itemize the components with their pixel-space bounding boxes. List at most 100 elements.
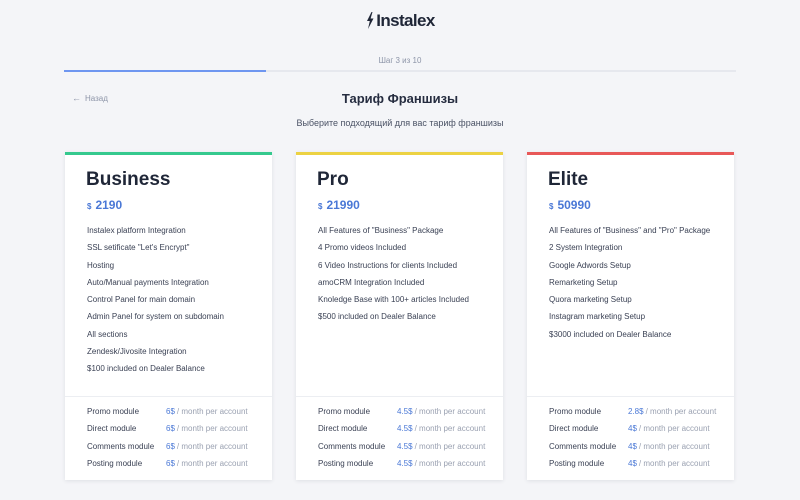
plan-card-business[interactable]: Business $2190 Instalex platform Integrati… [65, 152, 272, 480]
module-row: Promo module 4.5$ / month per account [318, 403, 499, 420]
module-price-suffix: / month per account [638, 424, 710, 434]
module-price-suffix: / month per account [176, 407, 248, 416]
feature-item: 4 Promo videos Included [318, 243, 407, 253]
module-price-suffix: / month per account [638, 441, 710, 451]
module-pricing-list: Promo module 6$ / month per account Direct … [87, 403, 268, 472]
feature-item: SSL setificate "Let's Encrypt" [87, 243, 190, 253]
module-row: Direct module 4$ / month per account [549, 420, 730, 437]
feature-item: Instagram marketing Setup [549, 312, 646, 322]
module-row: Direct module 4.5$ / month per account [318, 420, 499, 437]
module-price-suffix: / month per account [414, 407, 486, 416]
module-price: 4.5$ [397, 441, 413, 451]
module-name: Direct module [318, 424, 368, 434]
module-price: 6$ [166, 458, 175, 468]
module-name: Direct module [87, 424, 137, 434]
brand-logo[interactable]: Instalex [0, 11, 800, 36]
plan-price: $2190 [87, 198, 122, 212]
module-price-suffix: / month per account [645, 407, 717, 416]
module-name: Promo module [318, 407, 371, 416]
module-price: 6$ [166, 407, 175, 416]
plan-currency: $ [318, 202, 323, 211]
progress-bar [64, 70, 736, 72]
step-indicator: Шаг 3 из 10 [378, 56, 422, 65]
progress-bar-fill [64, 70, 266, 72]
module-row: Comments module 6$ / month per account [87, 438, 268, 455]
module-row: Posting module 6$ / month per account [87, 455, 268, 472]
module-price-suffix: / month per account [176, 441, 248, 451]
module-row: Posting module 4.5$ / month per account [318, 455, 499, 472]
module-price: 2.8$ [628, 407, 644, 416]
feature-item: 2 System Integration [549, 243, 623, 253]
feature-item: Hosting [87, 260, 115, 270]
feature-item: All Features of "Business" and "Pro" Pac… [549, 226, 711, 235]
module-pricing-list: Promo module 4.5$ / month per account Direc… [318, 403, 499, 472]
module-row: Promo module 6$ / month per account [87, 403, 268, 420]
feature-item: Quora marketing Setup [549, 295, 632, 304]
module-price: 6$ [166, 424, 175, 434]
module-price-suffix: / month per account [176, 424, 248, 434]
module-price-suffix: / month per account [414, 458, 486, 468]
module-name: Comments module [318, 441, 386, 451]
plan-name: Business [86, 169, 171, 190]
page-subtitle: Выберите подходящий для вас тариф франши… [296, 118, 504, 128]
module-name: Promo module [549, 407, 602, 416]
feature-item: 6 Video Instructions for clients Include… [318, 260, 458, 270]
module-pricing-list: Promo module 2.8$ / month per account Direc… [549, 403, 730, 472]
module-row: Direct module 6$ / month per account [87, 420, 268, 437]
module-name: Posting module [318, 458, 374, 468]
card-divider [296, 396, 503, 397]
module-row: Promo module 2.8$ / month per account [549, 403, 730, 420]
module-name: Comments module [549, 441, 617, 451]
instalex-logo-icon [367, 12, 374, 29]
plan-card-elite[interactable]: Elite $50990 All Features of "Business" an… [527, 152, 734, 480]
module-price: 4$ [628, 441, 637, 451]
plan-price-value: 50990 [557, 198, 591, 212]
feature-item: Admin Panel for system on subdomain [87, 312, 224, 322]
module-price: 4$ [628, 424, 637, 434]
feature-item: $500 included on Dealer Balance [318, 312, 436, 322]
module-row: Posting module 4$ / month per account [549, 455, 730, 472]
plan-name: Pro [317, 169, 349, 190]
module-price: 4$ [628, 458, 637, 468]
feature-list: Instalex platform Integration SSL setific… [87, 222, 264, 377]
feature-list: All Features of "Business" and "Pro" Pac… [549, 222, 726, 343]
feature-item: Instalex platform Integration [87, 226, 186, 235]
plan-currency: $ [87, 202, 92, 211]
plan-currency: $ [549, 202, 554, 211]
module-name: Posting module [87, 458, 143, 468]
module-price: 4.5$ [397, 407, 413, 416]
brand-name: Instalex [376, 11, 435, 30]
plan-card-pro[interactable]: Pro $21990 All Features of "Business" Pack… [296, 152, 503, 480]
module-row: Comments module 4.5$ / month per account [318, 438, 499, 455]
feature-item: $3000 included on Dealer Balance [549, 329, 672, 339]
plan-price: $21990 [318, 198, 360, 212]
module-price-suffix: / month per account [414, 424, 486, 434]
page-title: Тариф Франшизы [341, 91, 459, 106]
feature-item: All Features of "Business" Package [318, 226, 444, 235]
module-name: Comments module [87, 441, 155, 451]
feature-item: Zendesk/Jivosite Integration [87, 346, 187, 356]
module-name: Promo module [87, 407, 140, 416]
feature-item: Knoledge Base with 100+ articles Include… [318, 295, 469, 304]
card-divider [527, 396, 734, 397]
feature-item: $100 included on Dealer Balance [87, 364, 205, 373]
module-price: 6$ [166, 441, 175, 451]
feature-item: Remarketing Setup [549, 277, 618, 287]
module-row: Comments module 4$ / month per account [549, 438, 730, 455]
card-divider [65, 396, 272, 397]
plan-name: Elite [548, 169, 589, 190]
plan-price-value: 21990 [326, 198, 360, 212]
module-price-suffix: / month per account [176, 458, 248, 468]
module-name: Posting module [549, 458, 605, 468]
module-price: 4.5$ [397, 424, 413, 434]
plan-list: Business $2190 Instalex platform Integrati… [65, 152, 735, 480]
module-price-suffix: / month per account [414, 441, 486, 451]
module-name: Direct module [549, 424, 599, 434]
module-price-suffix: / month per account [638, 458, 710, 468]
feature-list: All Features of "Business" Package 4 Prom… [318, 222, 495, 326]
plan-price-value: 2190 [95, 198, 123, 212]
plan-price: $50990 [549, 198, 591, 212]
module-price: 4.5$ [397, 458, 413, 468]
feature-item: Google Adwords Setup [549, 260, 631, 270]
feature-item: Auto/Manual payments Integration [87, 277, 209, 287]
